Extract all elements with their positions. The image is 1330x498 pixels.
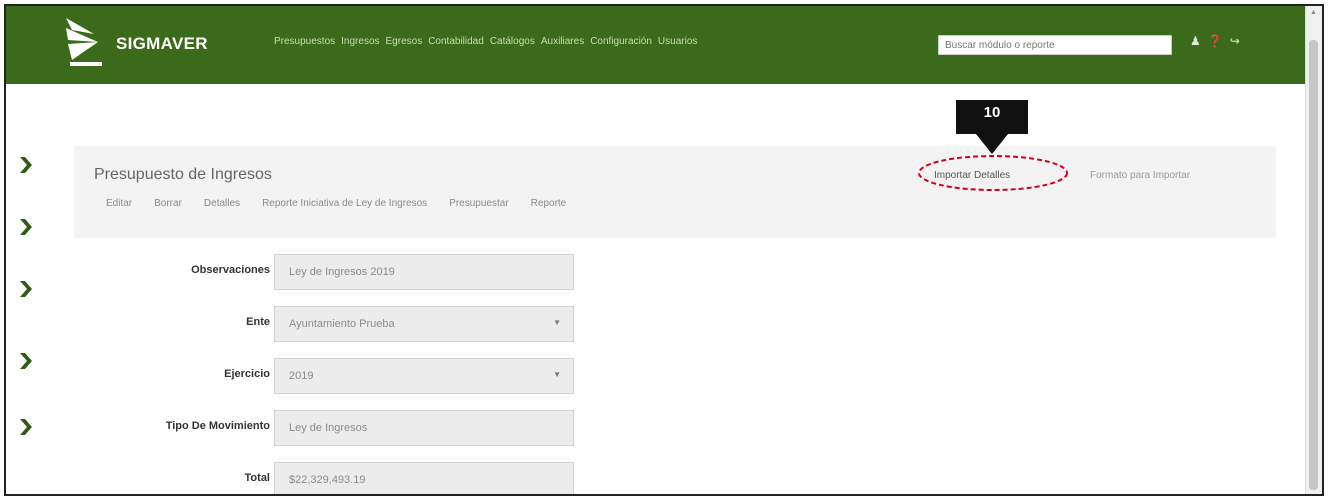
initiative-report-link[interactable]: Reporte Iniciativa de Ley de Ingresos — [262, 198, 427, 209]
user-icon[interactable]: ♟ — [1190, 34, 1201, 48]
step-callout: 10 — [956, 100, 1028, 156]
dropdown-caret-icon: ▼ — [553, 370, 561, 379]
nav-link-auxiliares[interactable]: Auxiliares — [541, 36, 584, 47]
app-window: SIGMAVER Presupuestos Ingresos Egresos C… — [4, 4, 1324, 496]
observaciones-row: Observaciones Ley de Ingresos 2019 — [6, 254, 606, 290]
scroll-thumb[interactable] — [1309, 40, 1318, 490]
ejercicio-label: Ejercicio — [224, 368, 270, 380]
nav-link-configuracion[interactable]: Configuración — [590, 36, 652, 47]
edit-link[interactable]: Editar — [106, 198, 132, 209]
scroll-up-arrow-icon[interactable]: ▲ — [1310, 9, 1317, 16]
nav-link-egresos[interactable]: Egresos — [386, 36, 423, 47]
dropdown-caret-icon: ▼ — [553, 318, 561, 327]
tipo-movimiento-field[interactable]: Ley de Ingresos — [274, 410, 574, 446]
navbar-icons: ♟ ❓ ↪ — [1190, 34, 1240, 48]
nav-link-ingresos[interactable]: Ingresos — [341, 36, 379, 47]
total-field[interactable]: $22,329,493.19 — [274, 462, 574, 494]
ejercicio-select[interactable]: 2019 ▼ — [274, 358, 574, 394]
ente-row: Ente Ayuntamiento Prueba ▼ — [6, 306, 606, 342]
observaciones-label: Observaciones — [191, 264, 270, 276]
nav-link-presupuestos[interactable]: Presupuestos — [274, 36, 335, 47]
page-title: Presupuesto de Ingresos — [94, 166, 272, 183]
details-link[interactable]: Detalles — [204, 198, 240, 209]
brand-name[interactable]: SIGMAVER — [116, 34, 208, 54]
observaciones-field[interactable]: Ley de Ingresos 2019 — [274, 254, 574, 290]
ente-label: Ente — [246, 316, 270, 328]
ente-select[interactable]: Ayuntamiento Prueba ▼ — [274, 306, 574, 342]
ejercicio-row: Ejercicio 2019 ▼ — [6, 358, 606, 394]
vertical-scrollbar[interactable]: ▲ — [1305, 6, 1322, 494]
budget-panel: Presupuesto de Ingresos Editar Borrar De… — [74, 146, 1276, 238]
import-details-link[interactable]: Importar Detalles — [934, 170, 1010, 181]
total-label: Total — [244, 472, 270, 484]
action-links: Editar Borrar Detalles Reporte Iniciativ… — [106, 198, 588, 209]
nav-link-catalogos[interactable]: Catálogos — [490, 36, 535, 47]
sigmaver-logo-icon[interactable] — [64, 14, 108, 74]
ejercicio-value: 2019 — [289, 370, 314, 382]
main-menu: Presupuestos Ingresos Egresos Contabilid… — [274, 36, 697, 47]
budget-link[interactable]: Presupuestar — [449, 198, 508, 209]
search-input[interactable] — [938, 35, 1172, 55]
import-format-link[interactable]: Formato para Importar — [1090, 170, 1190, 181]
tipo-movimiento-label: Tipo De Movimiento — [165, 420, 270, 432]
ente-value: Ayuntamiento Prueba — [289, 318, 395, 330]
report-link[interactable]: Reporte — [531, 198, 567, 209]
top-navbar: SIGMAVER Presupuestos Ingresos Egresos C… — [6, 6, 1306, 84]
logout-icon[interactable]: ↪ — [1230, 34, 1240, 48]
tipo-movimiento-row: Tipo De Movimiento Ley de Ingresos — [6, 410, 606, 446]
help-icon[interactable]: ❓ — [1208, 34, 1223, 48]
nav-link-contabilidad[interactable]: Contabilidad — [428, 36, 484, 47]
step-number: 10 — [983, 104, 1001, 121]
total-row: Total $22,329,493.19 — [6, 462, 606, 494]
chevron-right-icon[interactable] — [18, 218, 34, 236]
chevron-right-icon[interactable] — [18, 156, 34, 174]
delete-link[interactable]: Borrar — [154, 198, 182, 209]
nav-link-usuarios[interactable]: Usuarios — [658, 36, 697, 47]
